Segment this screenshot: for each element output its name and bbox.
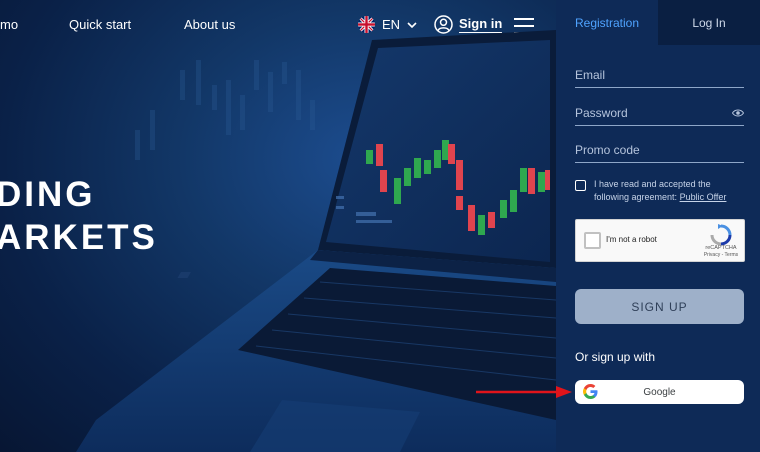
agreement-row: I have read and accepted the following a… <box>575 178 745 204</box>
password-field[interactable] <box>575 102 744 124</box>
recaptcha-widget: I'm not a robot reCAPTCHA Privacy - Term… <box>575 219 745 262</box>
agreement-text: I have read and accepted the following a… <box>594 178 745 204</box>
promo-code-field[interactable] <box>575 139 744 161</box>
email-field[interactable] <box>575 64 744 86</box>
recaptcha-label: I'm not a robot <box>606 235 657 244</box>
registration-panel: Registration Log In I have read and acce… <box>556 0 760 452</box>
recaptcha-terms-link[interactable]: Privacy - Terms <box>702 252 740 258</box>
public-offer-link[interactable]: Public Offer <box>680 192 727 202</box>
recaptcha-checkbox[interactable] <box>584 232 601 249</box>
promo-code-field-wrapper <box>575 139 744 163</box>
sign-up-button[interactable]: SIGN UP <box>575 289 744 324</box>
google-button-label: Google <box>643 386 676 398</box>
hero-headline-line1: DING <box>0 175 96 214</box>
google-sign-up-button[interactable]: Google <box>575 380 744 404</box>
recaptcha-logo-icon <box>710 224 732 246</box>
recaptcha-brand: reCAPTCHA <box>705 245 737 251</box>
email-field-wrapper <box>575 64 744 88</box>
password-field-wrapper <box>575 102 744 126</box>
tab-registration[interactable]: Registration <box>556 0 658 45</box>
red-arrow-annotation-icon <box>476 386 572 398</box>
agreement-checkbox[interactable] <box>575 180 586 191</box>
eye-icon[interactable] <box>732 108 744 118</box>
google-icon <box>583 384 598 399</box>
tab-log-in[interactable]: Log In <box>658 0 760 45</box>
hero-section: mo Quick start About us EN Sign in DING … <box>0 0 556 452</box>
or-sign-up-with-label: Or sign up with <box>575 350 656 364</box>
hero-headline-line2: ARKETS <box>0 218 158 257</box>
